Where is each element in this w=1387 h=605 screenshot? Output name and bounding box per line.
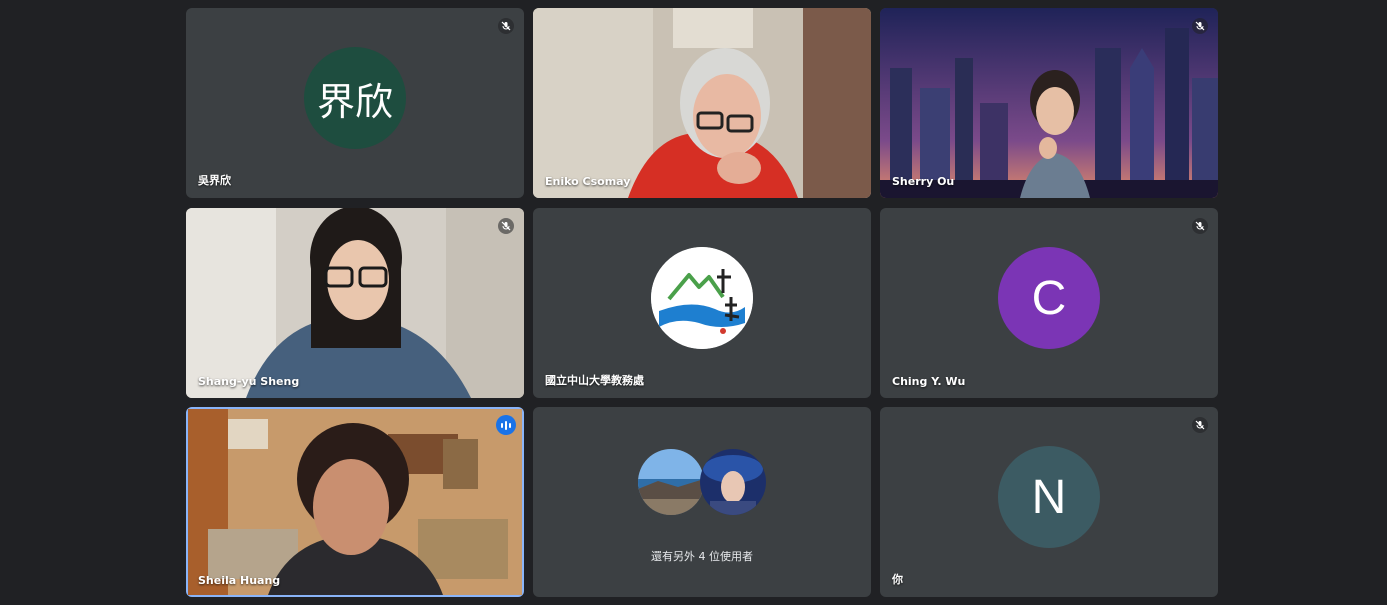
participant-name: Ching Y. Wu [892, 375, 966, 388]
participant-name: Shang-yu Sheng [198, 375, 300, 388]
others-tile[interactable]: 還有另外 4 位使用者 [533, 407, 871, 597]
participant-tile-1[interactable]: 界欣 吳界欣 [186, 8, 524, 198]
participant-name: 吳界欣 [198, 174, 231, 187]
participant-name: 你 [892, 573, 903, 586]
participant-thumbnail [638, 449, 704, 515]
video-feed [188, 409, 522, 595]
avatar [651, 247, 753, 349]
avatar: C [998, 247, 1100, 349]
video-feed [533, 8, 871, 198]
avatar: 界欣 [304, 47, 406, 149]
video-feed [186, 208, 524, 398]
participant-tile-7[interactable]: Sheila Huang [186, 407, 524, 597]
others-count-label: 還有另外 4 位使用者 [651, 550, 753, 563]
participant-tile-6[interactable]: C Ching Y. Wu [880, 208, 1218, 398]
participant-name: Sheila Huang [198, 574, 281, 587]
avatar: N [998, 446, 1100, 548]
participant-name: Eniko Csomay [545, 175, 631, 188]
video-feed [880, 8, 1218, 198]
participant-name: 國立中山大學教務處 [545, 374, 644, 387]
mic-off-icon [1192, 18, 1208, 34]
nsysu-logo-icon [651, 247, 753, 349]
participant-thumbnail [700, 449, 766, 515]
mic-off-icon [498, 18, 514, 34]
participant-tile-5[interactable]: 國立中山大學教務處 [533, 208, 871, 398]
participant-tile-self[interactable]: N 你 [880, 407, 1218, 597]
participant-tile-2[interactable]: Eniko Csomay [533, 8, 871, 198]
participant-name: Sherry Ou [892, 175, 955, 188]
participant-tile-3[interactable]: Sherry Ou [880, 8, 1218, 198]
mic-off-icon [498, 218, 514, 234]
mic-off-icon [1192, 218, 1208, 234]
audio-level-icon [496, 415, 516, 435]
participant-tile-4[interactable]: Shang-yu Sheng [186, 208, 524, 398]
mic-off-icon [1192, 417, 1208, 433]
